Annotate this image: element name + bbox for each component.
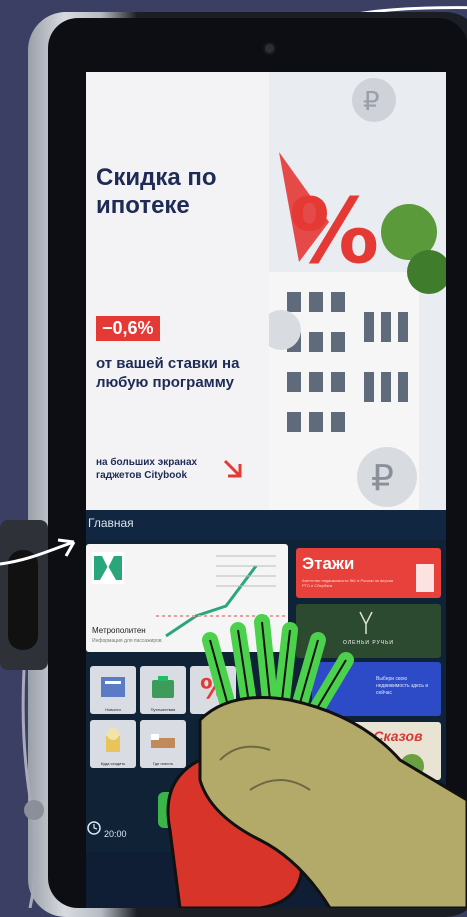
carrot-hand-illustration [166, 614, 467, 908]
